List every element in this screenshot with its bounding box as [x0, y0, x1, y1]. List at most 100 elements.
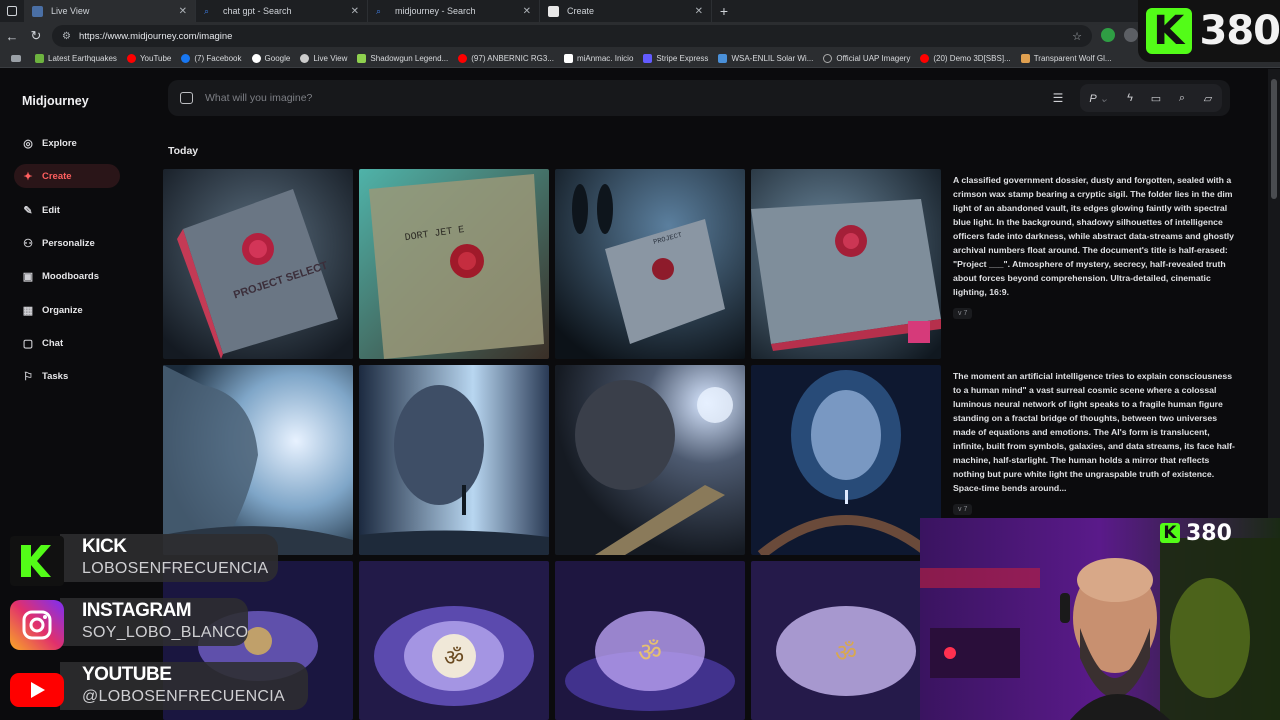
sidebar-item-label: Tasks [42, 370, 69, 382]
bookmark-label: Google [264, 54, 291, 63]
generated-image-1-4[interactable] [751, 169, 941, 359]
generated-image-2-4[interactable] [751, 365, 941, 555]
generated-image-1-3[interactable]: PROJECT [555, 169, 745, 359]
close-tab-icon[interactable]: ✕ [523, 6, 531, 17]
apps-icon[interactable] [6, 55, 30, 62]
sidebar-item-label: Explore [42, 137, 77, 149]
overlay-youtube-card: YOUTUBE @LOBOSENFRECUENCIA [0, 658, 308, 714]
noaa-favicon-icon [718, 54, 728, 63]
window-menu-icon[interactable] [0, 6, 24, 16]
generated-image-3-2[interactable]: ॐ [359, 561, 549, 720]
generated-image-2-1[interactable] [163, 365, 353, 555]
new-tab-button[interactable]: + [712, 3, 736, 19]
bookmark-label: Transparent Wolf Gl... [1033, 54, 1112, 63]
prompt-tools: ☰ P ⌄ ϟ ▭ ⌕ ▱ [1046, 84, 1222, 112]
bookmark-item[interactable]: Shadowgun Legend... [352, 54, 453, 63]
social-handle: @LOBOSENFRECUENCIA [82, 688, 286, 705]
bookmark-item[interactable]: WSA-ENLIL Solar Wi... [713, 54, 818, 63]
tab-title: chat gpt - Search [223, 6, 292, 16]
folder-icon[interactable]: ▱ [1200, 92, 1216, 105]
job-prompt-text[interactable]: A classified government dossier, dusty a… [953, 173, 1238, 299]
social-name: KICK [82, 536, 127, 557]
bookmark-item[interactable]: Transparent Wolf Gl... [1016, 54, 1117, 63]
bookmark-item[interactable]: miAnmac. Inicio [559, 54, 638, 63]
document-favicon-icon [1020, 54, 1030, 63]
edit-icon: ✎ [23, 204, 33, 217]
reload-icon[interactable]: ↻ [24, 28, 48, 44]
generated-image-3-4[interactable]: ॐ [751, 561, 941, 720]
bookmark-star-icon[interactable]: ☆ [1072, 30, 1082, 43]
sidebar-item-organize[interactable]: ▦ Organize [14, 298, 120, 322]
address-bar-row: ← ↻ ⚙ https://www.midjourney.com/imagine… [0, 22, 1280, 50]
url-text: https://www.midjourney.com/imagine [78, 30, 233, 42]
sidebar-item-create[interactable]: ✦ Create [14, 164, 120, 188]
bookmark-item[interactable]: (20) Demo 3D[SBS]... [915, 54, 1015, 63]
sidebar-item-moodboards[interactable]: ▣ Moodboards [14, 264, 120, 288]
om-symbol-icon: ॐ [638, 638, 662, 668]
create-icon: ✦ [23, 170, 33, 183]
sidebar-item-personalize[interactable]: ⚇ Personalize [14, 231, 120, 255]
bookmark-item[interactable]: YouTube [122, 54, 176, 63]
image-cosmic-face-3 [555, 365, 745, 555]
generated-image-3-3[interactable]: ॐ [555, 561, 745, 720]
sidebar-item-chat[interactable]: ▢ Chat [14, 331, 120, 355]
midjourney-favicon-icon [548, 5, 559, 17]
settings-sliders-icon[interactable]: ☰ [1046, 91, 1070, 105]
bookmark-label: miAnmac. Inicio [576, 54, 634, 63]
overlay-kick-card: KICK LOBOSENFRECUENCIA [0, 530, 300, 586]
version-badge: v 7 [953, 504, 973, 515]
social-handle: SOY_LOBO_BLANCO [82, 624, 249, 641]
earthquake-favicon-icon [35, 54, 44, 63]
generated-image-2-3[interactable] [555, 365, 745, 555]
bookmark-item[interactable]: Latest Earthquakes [30, 54, 122, 63]
extension-shield-icon[interactable] [1101, 28, 1115, 42]
generated-image-1-1[interactable]: PROJECT SELECT [163, 169, 353, 359]
generated-image-1-2[interactable]: DORT JET E [359, 169, 549, 359]
bookmark-item[interactable]: Stripe Express [638, 54, 713, 63]
bookmark-label: Live View [313, 54, 348, 63]
brand-logo[interactable]: Midjourney [22, 94, 89, 108]
chat-mode-icon[interactable]: ▭ [1148, 92, 1164, 105]
social-name: INSTAGRAM [82, 600, 192, 621]
sidebar-item-label: Chat [42, 337, 64, 349]
tab-chat-gpt-search[interactable]: ⌕ chat gpt - Search ✕ [196, 0, 368, 22]
tab-midjourney-search[interactable]: ⌕ midjourney - Search ✕ [368, 0, 540, 22]
tab-create[interactable]: Create ✕ [540, 0, 712, 22]
stripe-favicon-icon [643, 54, 653, 63]
close-tab-icon[interactable]: ✕ [351, 6, 359, 17]
image-dossier-2: DORT JET E [359, 169, 549, 359]
browser-tab-bar: Live View ✕ ⌕ chat gpt - Search ✕ ⌕ midj… [0, 0, 1280, 22]
url-input[interactable]: ⚙ https://www.midjourney.com/imagine ☆ [52, 25, 1092, 47]
bookmark-item[interactable]: Live View [295, 54, 352, 63]
kick-follower-badge-small: K 380 [1160, 520, 1272, 546]
sidebar-item-tasks[interactable]: ⚐ Tasks [14, 364, 120, 388]
speed-bolt-icon[interactable]: ϟ [1122, 92, 1138, 104]
bookmark-label: (20) Demo 3D[SBS]... [933, 54, 1011, 63]
extension-puzzle-icon[interactable] [1124, 28, 1138, 42]
moodboards-icon: ▣ [22, 270, 34, 283]
job-prompt-text[interactable]: The moment an artificial intelligence tr… [953, 369, 1238, 495]
bookmark-item[interactable]: (97) ANBERNIC RG3... [453, 54, 559, 63]
tab-title: Live View [51, 6, 90, 16]
site-info-icon[interactable]: ⚙ [62, 31, 71, 42]
prompt-input[interactable]: What will you imagine? [205, 92, 312, 104]
bookmark-item[interactable]: Official UAP Imagery [818, 54, 915, 63]
search-icon[interactable]: ⌕ [1174, 92, 1190, 105]
scrollbar-thumb[interactable] [1271, 79, 1277, 199]
sidebar-item-explore[interactable]: ◎ Explore [14, 131, 120, 155]
back-icon[interactable]: ← [0, 29, 24, 44]
generated-image-2-2[interactable] [359, 365, 549, 555]
prompt-bar[interactable]: What will you imagine? ☰ P ⌄ ϟ ▭ ⌕ ▱ [168, 80, 1230, 116]
prompt-tool-group: P ⌄ ϟ ▭ ⌕ ▱ [1080, 84, 1222, 112]
bookmark-item[interactable]: Google [247, 54, 296, 63]
tab-title: midjourney - Search [395, 6, 476, 16]
personalize-mode-toggle[interactable]: P ⌄ [1086, 92, 1112, 105]
close-tab-icon[interactable]: ✕ [179, 6, 187, 17]
bookmark-item[interactable]: (7) Facebook [176, 54, 246, 63]
tab-live-view[interactable]: Live View ✕ [24, 0, 196, 22]
close-tab-icon[interactable]: ✕ [695, 6, 703, 17]
youtube-logo-icon [10, 664, 64, 714]
image-prompt-icon[interactable] [180, 92, 193, 104]
tab-title: Create [567, 6, 595, 16]
sidebar-item-edit[interactable]: ✎ Edit [14, 198, 120, 222]
